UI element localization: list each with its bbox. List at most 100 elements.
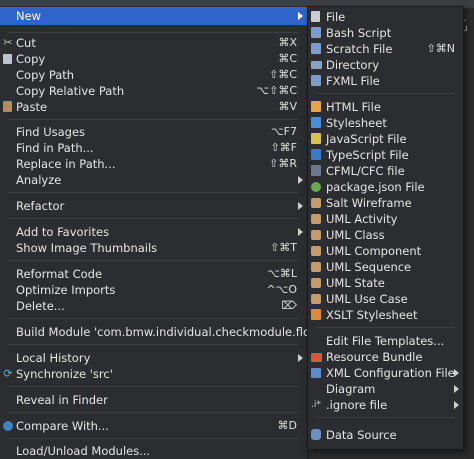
- menu-separator: [8, 344, 299, 345]
- xslt-icon: [311, 309, 321, 320]
- menu-item-analyze[interactable]: Analyze: [0, 172, 307, 188]
- menu-separator: [8, 318, 299, 319]
- menu-item-reveal-in-finder[interactable]: Reveal in Finder: [0, 392, 307, 408]
- package-json-icon: [311, 182, 321, 192]
- menu-item-optimize-imports[interactable]: Optimize Imports ^⌥O: [0, 282, 307, 298]
- sync-icon: ⟳: [3, 367, 13, 380]
- menu-item-label: Delete...: [16, 299, 65, 313]
- shortcut: ⇧⌘F: [270, 141, 297, 154]
- xml-icon: [311, 368, 321, 378]
- submenu-item-directory[interactable]: Directory: [308, 57, 463, 73]
- copy-icon: [3, 54, 12, 64]
- menu-item-load-unload-modules[interactable]: Load/Unload Modules...: [0, 443, 307, 459]
- submenu-item-scratch-file[interactable]: Scratch File ⇧⌘N: [308, 41, 463, 57]
- menu-item-delete[interactable]: Delete... ⌦: [0, 298, 307, 314]
- menu-item-label: Find in Path...: [16, 141, 94, 155]
- menu-item-copy-relative-path[interactable]: Copy Relative Path ⌥⇧⌘C: [0, 83, 307, 99]
- scratch-file-icon: [311, 43, 321, 54]
- submenu-item-label: UML Component: [326, 244, 422, 258]
- submenu-item-label: UML Activity: [326, 212, 398, 226]
- shortcut: ⇧⌘T: [270, 241, 297, 254]
- submenu-arrow-icon: [298, 12, 303, 20]
- submenu-separator: [316, 93, 455, 94]
- shortcut: ⌥⌘L: [267, 267, 297, 280]
- submenu-arrow-icon: [454, 401, 459, 409]
- menu-item-label: Synchronize 'src': [16, 367, 113, 381]
- submenu-item-uml-state[interactable]: UML State: [308, 275, 463, 291]
- folder-icon: [311, 61, 322, 69]
- menu-item-replace-in-path[interactable]: Replace in Path... ⇧⌘R: [0, 156, 307, 172]
- submenu-item-uml-activity[interactable]: UML Activity: [308, 211, 463, 227]
- menu-item-label: Find Usages: [16, 125, 86, 139]
- menu-item-label: Build Module 'com.bmw.individual.checkmo…: [16, 325, 323, 339]
- html-icon: [311, 101, 321, 112]
- submenu-item-fxml-file[interactable]: FXML File: [308, 73, 463, 89]
- submenu-item-file[interactable]: File: [308, 9, 463, 25]
- submenu-item-data-source[interactable]: Data Source: [308, 427, 463, 443]
- menu-item-local-history[interactable]: Local History: [0, 350, 307, 366]
- uml-icon: [311, 230, 321, 240]
- shortcut: ⌥F7: [270, 125, 297, 138]
- paste-icon: [3, 101, 12, 112]
- menu-item-find-usages[interactable]: Find Usages ⌥F7: [0, 124, 307, 140]
- submenu-item-ignore-file[interactable]: .i* .ignore file: [308, 397, 463, 413]
- submenu-item-label: package.json File: [326, 180, 425, 194]
- menu-separator: [8, 438, 299, 439]
- menu-item-show-image-thumbnails[interactable]: Show Image Thumbnails ⇧⌘T: [0, 240, 307, 256]
- ignore-icon: .i*: [311, 400, 321, 410]
- menu-item-label: Copy: [16, 52, 46, 66]
- submenu-item-edit-file-templates[interactable]: Edit File Templates...: [308, 333, 463, 349]
- menu-item-synchronize[interactable]: ⟳ Synchronize 'src': [0, 366, 307, 382]
- submenu-item-uml-sequence[interactable]: UML Sequence: [308, 259, 463, 275]
- submenu-item-resource-bundle[interactable]: Resource Bundle: [308, 349, 463, 365]
- menu-item-refactor[interactable]: Refactor: [0, 198, 307, 214]
- shortcut: ⌘D: [277, 419, 297, 432]
- menu-item-label: Replace in Path...: [16, 157, 116, 171]
- submenu-arrow-icon: [298, 228, 303, 236]
- menu-item-find-in-path[interactable]: Find in Path... ⇧⌘F: [0, 140, 307, 156]
- bash-icon: [311, 27, 321, 38]
- menu-item-add-to-favorites[interactable]: Add to Favorites: [0, 224, 307, 240]
- resource-bundle-icon: [311, 353, 322, 362]
- menu-item-build-module[interactable]: Build Module 'com.bmw.individual.checkmo…: [0, 324, 323, 340]
- submenu-item-label: HTML File: [326, 100, 381, 114]
- submenu-item-html-file[interactable]: HTML File: [308, 99, 463, 115]
- submenu-item-label: Directory: [326, 58, 380, 72]
- submenu-item-typescript-file[interactable]: TypeScript File: [308, 147, 463, 163]
- submenu-item-uml-component[interactable]: UML Component: [308, 243, 463, 259]
- menu-item-new[interactable]: New: [0, 7, 307, 25]
- menu-separator: [8, 192, 299, 193]
- shortcut: ⌘C: [278, 52, 297, 65]
- menu-item-label: Optimize Imports: [16, 283, 116, 297]
- submenu-item-package-json[interactable]: package.json File: [308, 179, 463, 195]
- submenu-item-javascript-file[interactable]: JavaScript File: [308, 131, 463, 147]
- submenu-item-label: Resource Bundle: [326, 350, 423, 364]
- submenu-item-label: Edit File Templates...: [326, 334, 445, 348]
- menu-separator: [8, 386, 299, 387]
- submenu-item-xml-configuration-file[interactable]: XML Configuration File: [308, 365, 463, 381]
- submenu-item-salt-wireframe[interactable]: Salt Wireframe: [308, 195, 463, 211]
- submenu-item-diagram[interactable]: Diagram: [308, 381, 463, 397]
- submenu-item-label: Scratch File: [326, 42, 393, 56]
- submenu-item-bash-script[interactable]: Bash Script: [308, 25, 463, 41]
- submenu-item-uml-class[interactable]: UML Class: [308, 227, 463, 243]
- submenu-item-stylesheet[interactable]: Stylesheet: [308, 115, 463, 131]
- menu-item-label: Add to Favorites: [16, 225, 110, 239]
- uml-icon: [311, 262, 321, 272]
- menu-item-label: Compare With...: [16, 419, 109, 433]
- submenu-item-label: CFML/CFC file: [326, 164, 405, 178]
- submenu-arrow-icon: [454, 385, 459, 393]
- menu-item-reformat-code[interactable]: Reformat Code ⌥⌘L: [0, 266, 307, 282]
- submenu-item-uml-use-case[interactable]: UML Use Case: [308, 291, 463, 307]
- menu-item-copy-path[interactable]: Copy Path ⇧⌘C: [0, 67, 307, 83]
- menu-item-paste[interactable]: Paste ⌘V: [0, 99, 307, 115]
- fxml-icon: [311, 75, 321, 86]
- submenu-item-xslt-stylesheet[interactable]: XSLT Stylesheet: [308, 307, 463, 323]
- menu-item-label: Local History: [16, 351, 91, 365]
- submenu-item-cfml-file[interactable]: CFML/CFC file: [308, 163, 463, 179]
- menu-item-copy[interactable]: Copy ⌘C: [0, 51, 307, 67]
- menu-item-cut[interactable]: ✂ Cut ⌘X: [0, 35, 307, 51]
- context-menu: New ✂ Cut ⌘X Copy ⌘C Copy Path ⇧⌘C Copy …: [0, 6, 323, 459]
- menu-item-compare-with[interactable]: Compare With... ⌘D: [0, 418, 307, 434]
- menu-item-label: Analyze: [16, 173, 62, 187]
